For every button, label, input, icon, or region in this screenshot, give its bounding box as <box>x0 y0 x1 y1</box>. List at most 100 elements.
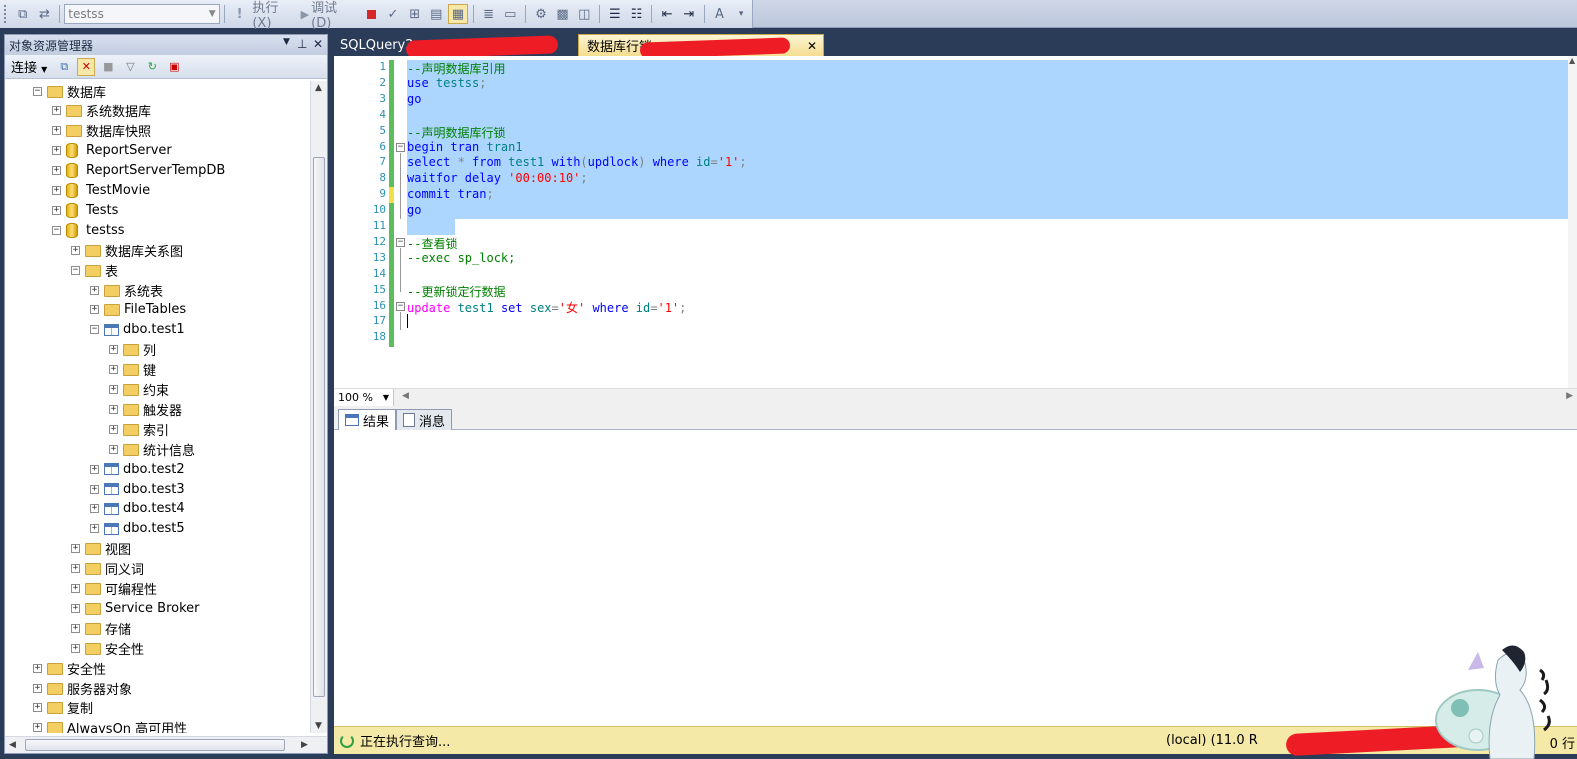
tree-node[interactable]: + dbo.test5 <box>90 519 185 539</box>
tree-horizontal-scrollbar[interactable]: ◀ ▶ <box>5 736 327 753</box>
zoom-selector[interactable]: 100 % ▼ <box>334 389 394 406</box>
tree-node[interactable]: + 键 <box>109 360 156 380</box>
specify-values-icon[interactable]: A <box>710 4 730 24</box>
tab-messages[interactable]: 消息 <box>396 409 453 430</box>
tree-vertical-scroll-thumb[interactable] <box>313 157 325 697</box>
tab-results[interactable]: 结果 <box>338 409 397 430</box>
connect-object-icon[interactable]: ⧉ <box>13 4 33 24</box>
expand-icon[interactable]: + <box>90 464 99 474</box>
tree-node[interactable]: + 触发器 <box>109 399 182 419</box>
collapse-icon[interactable]: − <box>52 225 61 235</box>
stop-icon[interactable]: ■ <box>99 58 117 76</box>
tree-node[interactable]: + 数据库快照 <box>52 121 151 141</box>
tree-horizontal-scroll-thumb[interactable] <box>25 739 285 751</box>
expand-icon[interactable]: + <box>71 245 80 255</box>
close-icon[interactable]: ✕ <box>313 37 323 51</box>
scroll-right-icon[interactable]: ▶ <box>301 740 308 750</box>
expand-icon[interactable]: + <box>33 663 42 673</box>
fold-collapse-icon[interactable]: − <box>396 238 405 247</box>
expand-icon[interactable]: + <box>109 385 118 394</box>
tree-node[interactable]: + 系统表 <box>90 280 163 300</box>
stop-button[interactable] <box>362 4 382 24</box>
tree-vertical-scrollbar[interactable]: ▲ ▼ <box>310 81 327 733</box>
expand-icon[interactable]: + <box>109 404 118 414</box>
toolbar-grip[interactable] <box>4 5 8 23</box>
increase-indent-icon[interactable]: ⇥ <box>679 4 699 24</box>
expand-icon[interactable]: + <box>71 584 80 593</box>
tree-node[interactable]: + 数据库关系图 <box>71 240 183 260</box>
tree-node[interactable]: + 服务器对象 <box>33 678 132 698</box>
expand-icon[interactable]: + <box>33 703 42 713</box>
comment-icon[interactable]: ☰ <box>605 4 625 24</box>
tree-node[interactable]: + 同义词 <box>71 559 144 579</box>
scroll-up-icon[interactable]: ▲ <box>1569 56 1575 65</box>
tree-node[interactable]: + 索引 <box>109 419 169 439</box>
tree-node[interactable]: + 约束 <box>109 380 169 400</box>
uncomment-icon[interactable]: ☷ <box>627 4 647 24</box>
tree-node[interactable]: + FileTables <box>90 300 186 320</box>
filter-icon[interactable]: ▽ <box>121 58 139 76</box>
scroll-down-icon[interactable]: ▼ <box>315 721 322 731</box>
collapse-icon[interactable]: − <box>71 265 80 275</box>
tree-node[interactable]: + TestMovie <box>52 181 150 201</box>
expand-icon[interactable]: + <box>109 424 118 434</box>
scroll-left-icon[interactable]: ◀ <box>9 740 16 750</box>
tree-node[interactable]: + 存储 <box>71 618 131 638</box>
tree-node[interactable]: − 表 <box>71 260 118 280</box>
expand-icon[interactable]: + <box>90 305 99 315</box>
connect-icon[interactable]: ⧉ <box>55 58 73 76</box>
pin-icon[interactable]: ⊥ <box>297 37 307 51</box>
tree-node[interactable]: − dbo.test1 <box>90 320 185 340</box>
tree-node[interactable]: + 系统数据库 <box>52 101 151 121</box>
expand-icon[interactable]: + <box>71 564 80 574</box>
decrease-indent-icon[interactable]: ⇤ <box>657 4 677 24</box>
tree-node[interactable]: + AlwaysOn 高可用性 <box>33 718 187 733</box>
expand-icon[interactable]: + <box>52 186 61 195</box>
expand-icon[interactable]: + <box>71 603 80 613</box>
tree-node[interactable]: − testss <box>52 220 125 240</box>
include-statistics-icon[interactable]: ▩ <box>553 4 573 24</box>
collapse-icon[interactable]: − <box>33 86 42 96</box>
expand-icon[interactable]: + <box>33 723 42 733</box>
execute-button[interactable]: 执行(X) <box>252 0 296 31</box>
expand-icon[interactable]: + <box>52 205 61 215</box>
fold-collapse-icon[interactable]: − <box>396 143 405 152</box>
tree-node[interactable]: + dbo.test3 <box>90 479 185 499</box>
tree-node[interactable]: − 数据库 <box>33 81 106 101</box>
tree-node[interactable]: + 复制 <box>33 698 93 718</box>
expand-icon[interactable]: + <box>109 365 118 375</box>
expand-icon[interactable]: + <box>90 285 99 295</box>
fold-collapse-icon[interactable]: − <box>396 302 405 311</box>
tree-node[interactable]: + 统计信息 <box>109 439 195 459</box>
expand-icon[interactable]: + <box>90 504 99 514</box>
results-to-file-icon[interactable]: ▭ <box>500 4 520 24</box>
client-statistics-icon[interactable]: ◫ <box>574 4 594 24</box>
tree-node[interactable]: + 可编程性 <box>71 579 157 599</box>
debug-button[interactable]: 调试(D) <box>311 0 356 31</box>
expand-icon[interactable]: + <box>52 126 61 136</box>
tree-node[interactable]: + dbo.test2 <box>90 459 185 479</box>
results-to-text-icon[interactable]: ≣ <box>479 4 499 24</box>
collapse-icon[interactable]: − <box>90 325 99 335</box>
window-position-icon[interactable]: ▼ <box>283 37 290 47</box>
refresh-icon[interactable]: ↻ <box>143 58 161 76</box>
tree-node[interactable]: + 安全性 <box>33 658 106 678</box>
toolbar-overflow-icon[interactable]: ▾ <box>731 4 751 24</box>
results-to-grid-icon[interactable]: ▦ <box>448 4 468 24</box>
query-options-icon[interactable]: ▤ <box>426 4 446 24</box>
scroll-right-icon[interactable]: ▶ <box>1566 391 1573 401</box>
tree-node[interactable]: + Tests <box>52 200 118 220</box>
expand-icon[interactable]: + <box>90 484 99 494</box>
change-connection-icon[interactable]: ⇄ <box>35 4 55 24</box>
tree-node[interactable]: + dbo.test4 <box>90 499 185 519</box>
expand-icon[interactable]: + <box>109 444 118 454</box>
expand-icon[interactable]: + <box>71 623 80 633</box>
tree-node[interactable]: + Service Broker <box>71 598 200 618</box>
connect-button[interactable]: 连接 ▼ <box>11 57 47 76</box>
tree-node[interactable]: + ReportServer <box>52 141 172 161</box>
tree-node[interactable]: + 视图 <box>71 539 131 559</box>
tree-node[interactable]: + ReportServerTempDB <box>52 161 225 181</box>
expand-icon[interactable]: + <box>52 146 61 156</box>
results-pane[interactable] <box>334 430 1577 726</box>
disconnect-icon[interactable]: ✕ <box>77 57 96 76</box>
